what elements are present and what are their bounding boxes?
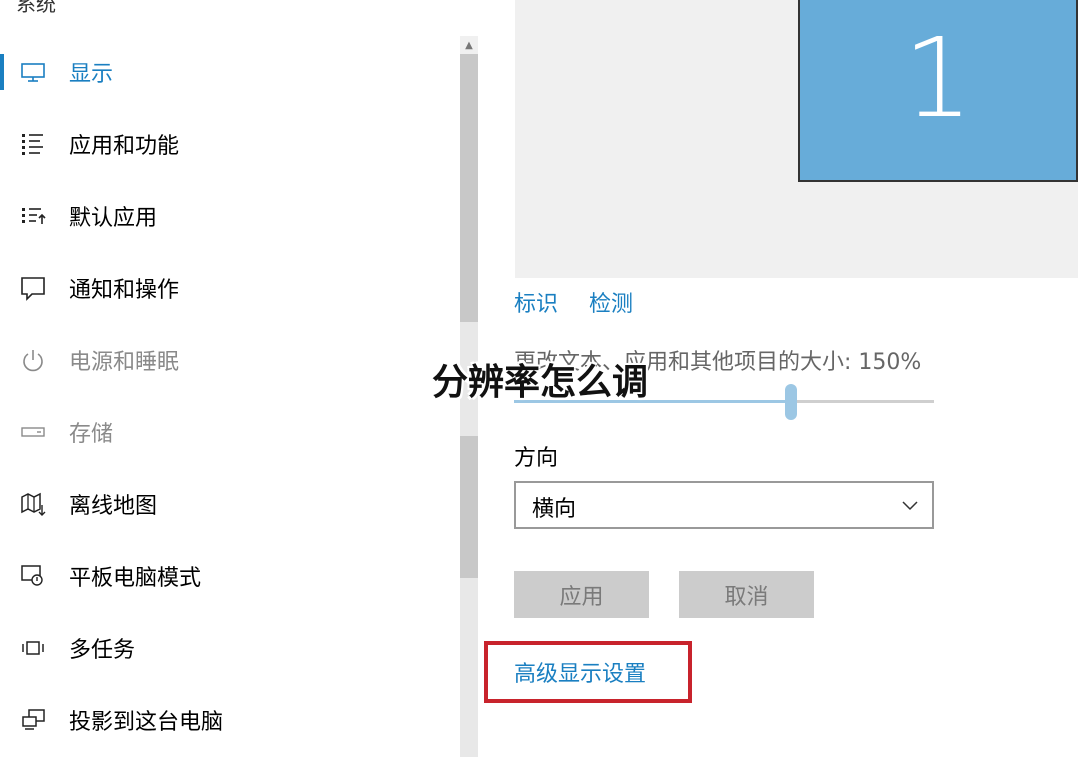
chevron-down-icon xyxy=(900,495,920,515)
default-apps-icon xyxy=(20,203,46,229)
identify-link[interactable]: 标识 xyxy=(514,286,558,318)
sidebar-item-notifications[interactable]: 通知和操作 xyxy=(0,252,460,324)
power-icon xyxy=(20,347,46,373)
multitask-icon xyxy=(20,635,46,661)
detect-link[interactable]: 检测 xyxy=(589,286,633,318)
sidebar-item-default-apps[interactable]: 默认应用 xyxy=(0,180,460,252)
sidebar-item-label: 应用和功能 xyxy=(69,134,180,159)
sidebar-item-label: 通知和操作 xyxy=(69,278,180,303)
highlight-annotation-box xyxy=(484,641,692,703)
map-icon xyxy=(20,491,46,517)
orientation-value: 横向 xyxy=(532,497,577,522)
storage-icon xyxy=(20,419,46,445)
scroll-thumb-lower[interactable] xyxy=(460,436,478,578)
cancel-button[interactable]: 取消 xyxy=(679,571,814,618)
section-title: 系统 xyxy=(16,0,56,16)
sidebar-item-apps[interactable]: 应用和功能 xyxy=(0,108,460,180)
display-preview-area: 1 xyxy=(515,0,1078,278)
sidebar-item-label: 电源和睡眠 xyxy=(69,350,180,375)
sidebar-item-power[interactable]: 电源和睡眠 xyxy=(0,324,460,396)
orientation-label: 方向 xyxy=(514,446,559,471)
orientation-dropdown[interactable]: 横向 xyxy=(514,481,934,529)
sidebar-item-label: 显示 xyxy=(69,62,114,87)
monitor-number: 1 xyxy=(903,14,973,142)
sidebar-item-offline-maps[interactable]: 离线地图 xyxy=(0,468,460,540)
sidebar-item-multitask[interactable]: 多任务 xyxy=(0,612,460,684)
scroll-up-arrow-icon[interactable]: ▲ xyxy=(460,36,478,54)
sidebar-item-label: 多任务 xyxy=(69,638,136,663)
sidebar-item-storage[interactable]: 存储 xyxy=(0,396,460,468)
apps-list-icon xyxy=(20,131,46,157)
sidebar-item-project[interactable]: 投影到这台电脑 xyxy=(0,684,460,756)
settings-sidebar: 系统 显示 应用和功能 默认应用 通知和操作 电源和睡眠 存储 离线地图 平板电… xyxy=(0,0,460,757)
sidebar-item-label: 投影到这台电脑 xyxy=(69,710,224,735)
project-icon xyxy=(20,707,46,733)
notification-icon xyxy=(20,275,46,301)
overlay-title: 分辨率怎么调 xyxy=(432,362,649,403)
monitor-icon xyxy=(20,59,46,85)
scale-slider-thumb[interactable] xyxy=(785,384,798,420)
scroll-thumb[interactable] xyxy=(460,54,478,322)
sidebar-item-label: 平板电脑模式 xyxy=(69,566,202,591)
active-indicator xyxy=(0,54,4,90)
monitor-tile[interactable]: 1 xyxy=(798,0,1078,182)
sidebar-item-label: 默认应用 xyxy=(69,206,158,231)
sidebar-item-label: 离线地图 xyxy=(69,494,158,519)
sidebar-item-tablet-mode[interactable]: 平板电脑模式 xyxy=(0,540,460,612)
sidebar-item-display[interactable]: 显示 xyxy=(0,36,460,108)
apply-button[interactable]: 应用 xyxy=(514,571,649,618)
sidebar-item-label: 存储 xyxy=(69,422,114,447)
tablet-mode-icon xyxy=(20,563,46,589)
